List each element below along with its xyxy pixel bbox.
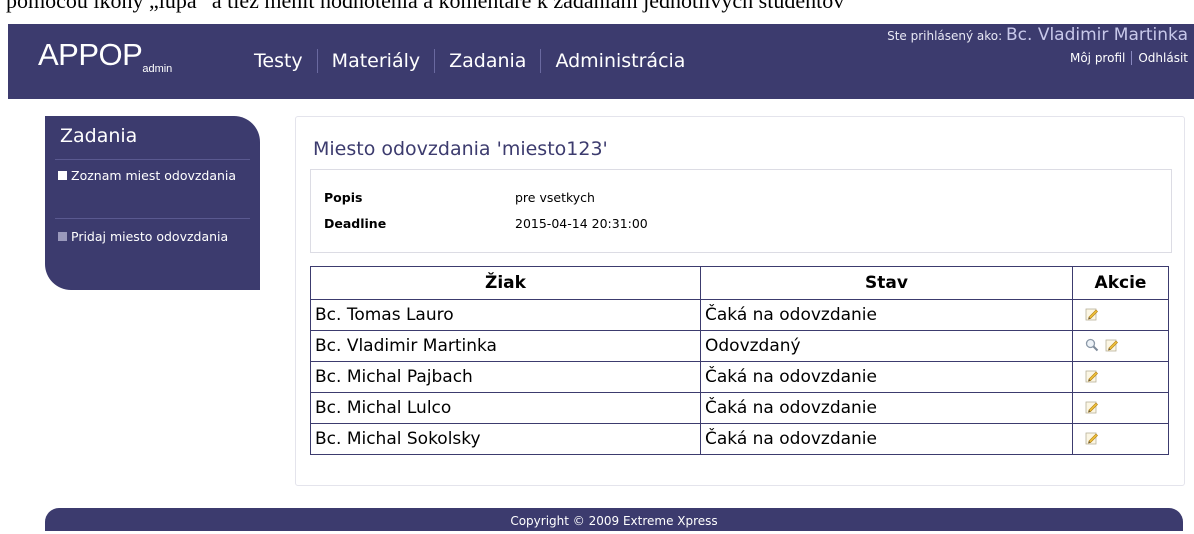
logged-in-line: Ste prihlásený ako: Bc. Vladimir Martink… — [887, 25, 1188, 45]
table-row: Bc. Michal Sokolsky Čaká na odovzdanie — [310, 423, 1169, 455]
table-row: Bc. Michal Pajbach Čaká na odovzdanie — [310, 361, 1169, 393]
bullet-square-icon — [58, 232, 67, 241]
student-name-cell: Bc. Tomas Lauro — [310, 299, 701, 331]
nav-zadania[interactable]: Zadania — [435, 49, 542, 73]
actions-cell — [1072, 423, 1169, 455]
pencil-edit-icon[interactable] — [1085, 430, 1099, 445]
pencil-edit-icon[interactable] — [1085, 399, 1099, 414]
status-cell: Odovzdaný — [700, 330, 1073, 362]
logo-main-text: APPOP — [38, 37, 143, 72]
sidebar-item-pridaj[interactable]: Pridaj miesto odovzdania — [58, 227, 238, 246]
sidebar-divider — [55, 218, 250, 219]
deadline-label: Deadline — [324, 216, 387, 231]
sidebar-title: Zadania — [60, 125, 138, 147]
footer: Copyright © 2009 Extreme Xpress — [45, 508, 1183, 531]
column-header-ziak: Žiak — [310, 266, 701, 300]
column-header-akcie: Akcie — [1072, 266, 1169, 300]
app-logo[interactable]: APPOPadmin — [38, 37, 172, 75]
nav-testy[interactable]: Testy — [240, 49, 318, 73]
actions-cell — [1072, 361, 1169, 393]
login-info: Ste prihlásený ako: Bc. Vladimir Martink… — [887, 25, 1188, 65]
nav-administracia[interactable]: Administrácia — [541, 49, 699, 73]
student-name-cell: Bc. Michal Sokolsky — [310, 423, 701, 455]
sidebar-item-label: Zoznam miest odovzdania — [71, 168, 237, 183]
magnifier-icon[interactable] — [1085, 337, 1099, 352]
status-cell: Čaká na odovzdanie — [700, 361, 1073, 393]
pencil-edit-icon[interactable] — [1105, 337, 1119, 352]
popis-value: pre vsetkych — [515, 190, 595, 205]
actions-cell — [1072, 392, 1169, 424]
app-header: APPOPadmin Testy Materiály Zadania Admin… — [8, 24, 1194, 99]
status-cell: Čaká na odovzdanie — [700, 392, 1073, 424]
user-name: Bc. Vladimir Martinka — [1006, 25, 1188, 45]
submissions-table: Žiak Stav Akcie Bc. Tomas Lauro Čaká na o… — [310, 266, 1169, 455]
pencil-edit-icon[interactable] — [1085, 306, 1099, 321]
status-cell: Čaká na odovzdanie — [700, 299, 1073, 331]
logo-sub-text: admin — [142, 63, 173, 75]
document-text-line: pomocou ikony „lupa“ a tiež menit hodnot… — [6, 0, 845, 13]
sidebar-item-label: Pridaj miesto odovzdania — [71, 229, 229, 244]
deadline-value: 2015-04-14 20:31:00 — [515, 216, 648, 231]
page-title: Miesto odovzdania 'miesto123' — [313, 138, 608, 160]
profile-link[interactable]: Môj profil — [1064, 51, 1131, 65]
status-cell: Čaká na odovzdanie — [700, 423, 1073, 455]
student-name-cell: Bc. Michal Pajbach — [310, 361, 701, 393]
student-name-cell: Bc. Michal Lulco — [310, 392, 701, 424]
pencil-edit-icon[interactable] — [1085, 368, 1099, 383]
user-links: Môj profil Odhlásit — [887, 51, 1188, 65]
logged-in-label: Ste prihlásený ako: — [887, 29, 1007, 43]
info-box: Popis pre vsetkych Deadline 2015-04-14 2… — [310, 169, 1172, 253]
sidebar: Zadania Zoznam miest odovzdania Pridaj m… — [45, 116, 260, 290]
student-name-cell: Bc. Vladimir Martinka — [310, 330, 701, 362]
table-row: Bc. Vladimir Martinka Odovzdaný — [310, 330, 1169, 362]
actions-cell — [1072, 330, 1169, 362]
copyright-text: Copyright © 2009 Extreme Xpress — [510, 514, 718, 528]
actions-cell — [1072, 299, 1169, 331]
document-text-fragment: pomocou ikony „lupa“ a tiež menit hodnot… — [0, 0, 1194, 24]
table-row: Bc. Michal Lulco Čaká na odovzdanie — [310, 392, 1169, 424]
column-header-stav: Stav — [700, 266, 1073, 300]
nav-materialy[interactable]: Materiály — [318, 49, 436, 73]
table-header-row: Žiak Stav Akcie — [310, 266, 1169, 300]
sidebar-divider — [55, 159, 250, 160]
sidebar-item-zoznam[interactable]: Zoznam miest odovzdania — [58, 166, 238, 185]
main-nav: Testy Materiály Zadania Administrácia — [240, 49, 699, 73]
table-row: Bc. Tomas Lauro Čaká na odovzdanie — [310, 299, 1169, 331]
popis-label: Popis — [324, 190, 363, 205]
logout-link[interactable]: Odhlásit — [1131, 51, 1188, 65]
bullet-square-icon — [58, 171, 67, 180]
